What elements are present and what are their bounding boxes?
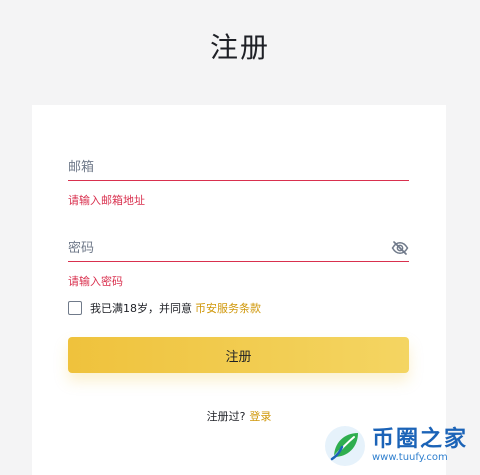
password-field[interactable] bbox=[68, 236, 409, 262]
password-error: 请输入密码 bbox=[68, 275, 123, 288]
login-row: 注册过? 登录 bbox=[32, 408, 446, 424]
watermark-url: www.tuufy.com bbox=[371, 452, 448, 463]
watermark: 币圈之家 www.tuufy.com bbox=[324, 425, 468, 467]
page-title: 注册 bbox=[209, 31, 270, 64]
eye-slash-icon[interactable] bbox=[391, 239, 409, 257]
agreement-row: 我已满18岁，并同意 币安服务条款 bbox=[68, 300, 261, 316]
email-error: 请输入邮箱地址 bbox=[68, 194, 145, 207]
login-prompt: 注册过? bbox=[206, 410, 246, 423]
register-button[interactable]: 注册 bbox=[68, 337, 409, 373]
email-field[interactable] bbox=[68, 155, 409, 181]
terms-link[interactable]: 币安服务条款 bbox=[195, 300, 261, 316]
agreement-text: 我已满18岁，并同意 bbox=[90, 302, 192, 315]
register-card: 请输入邮箱地址 请输入密码 我已满18岁，并同意 币安服务条款 注册 注册过?登… bbox=[32, 105, 446, 475]
watermark-name: 币圈之家 bbox=[371, 427, 468, 452]
age-agreement-checkbox[interactable] bbox=[68, 301, 82, 315]
email-field-group: 请输入邮箱地址 bbox=[68, 155, 409, 207]
password-field-group: 请输入密码 bbox=[68, 236, 409, 288]
leaf-logo-icon bbox=[324, 426, 365, 466]
login-link[interactable]: 登录 bbox=[249, 410, 271, 423]
